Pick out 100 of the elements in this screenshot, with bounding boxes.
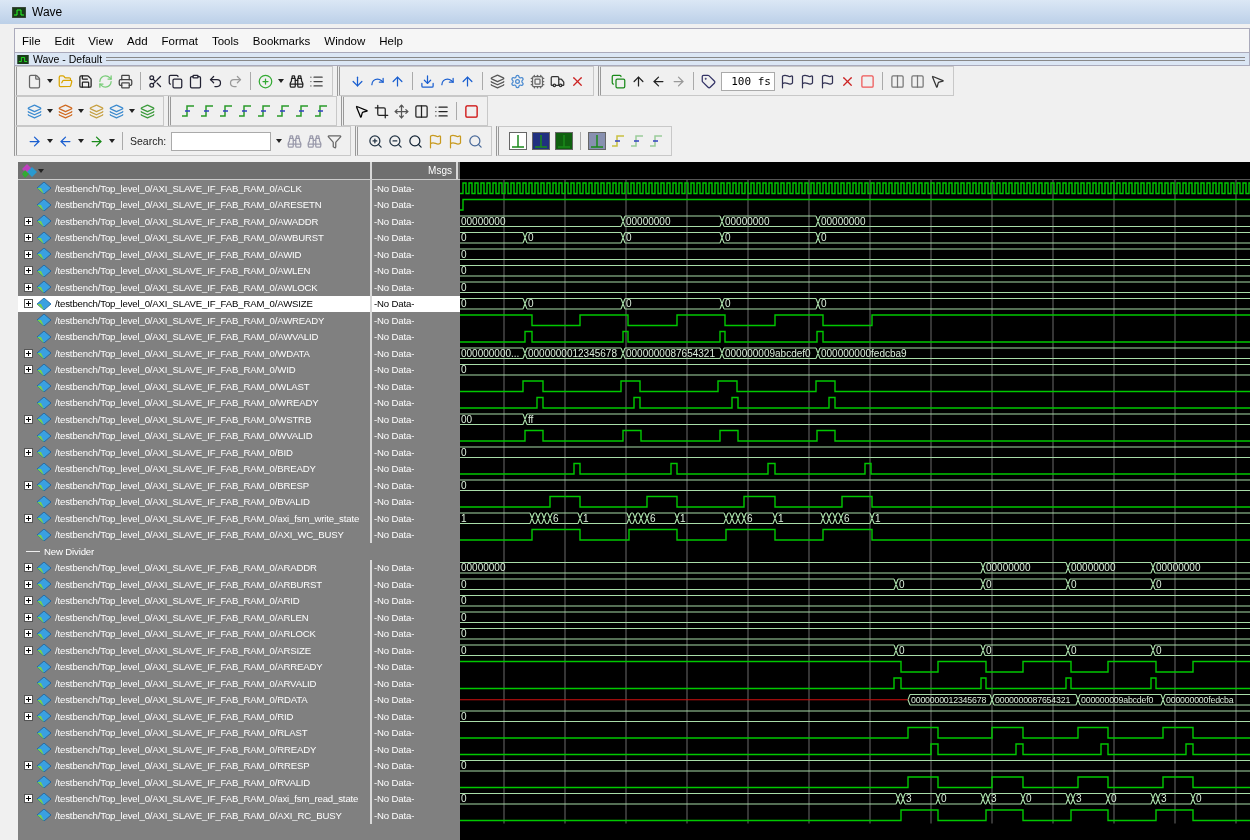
zoom-in-icon[interactable] <box>368 133 384 149</box>
arrow-down-icon[interactable] <box>350 73 365 89</box>
menu-item[interactable]: File <box>15 34 48 47</box>
list-icon[interactable] <box>309 73 324 89</box>
expand-icon[interactable] <box>24 612 33 622</box>
signal-icon <box>36 660 52 673</box>
caret-icon[interactable] <box>78 139 84 143</box>
expand-icon[interactable] <box>24 233 33 243</box>
move-icon[interactable] <box>394 103 409 119</box>
flag-icon[interactable] <box>820 73 835 89</box>
expand-icon[interactable] <box>24 711 33 721</box>
edge-cursor-icon[interactable] <box>295 104 309 118</box>
settings-icon[interactable] <box>510 73 525 89</box>
scissors-icon[interactable] <box>148 73 163 89</box>
columns-icon[interactable] <box>414 103 429 119</box>
bus-value: 6 <box>553 512 559 524</box>
signal-name: /testbench/Top_level_0/AXI_SLAVE_IF_FAB_RAM_0/AWADDR <box>55 215 319 227</box>
expand-icon[interactable] <box>24 579 33 589</box>
wave-style-icon[interactable] <box>509 132 528 150</box>
menu-item[interactable]: Add <box>120 34 155 47</box>
expand-icon[interactable] <box>24 513 33 523</box>
filter-icon[interactable] <box>327 133 343 149</box>
signal-name: /testbench/Top_level_0/AXI_SLAVE_IF_FAB_RAM_0/AXI_RC_BUSY <box>55 809 342 821</box>
wave-style-icon[interactable] <box>588 132 607 150</box>
binoculars-icon[interactable] <box>289 73 304 89</box>
edge-cursor-icon[interactable] <box>649 134 664 148</box>
menu-item[interactable]: Format <box>154 34 205 47</box>
caret-icon[interactable] <box>47 139 53 143</box>
expand-icon[interactable] <box>24 282 33 292</box>
expand-icon[interactable] <box>24 761 33 771</box>
expand-icon[interactable] <box>24 299 33 309</box>
wave-style-icon[interactable] <box>532 132 551 150</box>
expand-icon[interactable] <box>24 645 33 655</box>
expand-icon[interactable] <box>24 563 33 573</box>
search-icon[interactable] <box>408 133 424 149</box>
signal-icon <box>36 809 52 822</box>
menu-item[interactable]: Edit <box>47 34 82 47</box>
expand-icon[interactable] <box>24 794 33 804</box>
layers-icon[interactable] <box>140 103 155 119</box>
layers-icon[interactable] <box>58 103 73 119</box>
signal-in-icon[interactable] <box>27 133 42 149</box>
expand-icon[interactable] <box>24 365 33 375</box>
download-icon[interactable] <box>420 73 435 89</box>
menu-item[interactable]: View <box>81 34 121 47</box>
copy-icon[interactable] <box>168 73 183 89</box>
caret-icon[interactable] <box>278 79 284 83</box>
edge-cursor-icon[interactable] <box>238 104 252 118</box>
search-field[interactable] <box>171 131 272 151</box>
expand-icon[interactable] <box>24 249 33 259</box>
edge-cursor-icon[interactable] <box>200 104 214 118</box>
menu-item[interactable]: Bookmarks <box>245 34 318 47</box>
menu-item[interactable]: Tools <box>204 34 246 47</box>
chip-icon[interactable] <box>530 73 545 89</box>
expand-icon[interactable] <box>24 695 33 705</box>
expand-icon[interactable] <box>24 629 33 639</box>
edge-cursor-icon[interactable] <box>257 104 271 118</box>
truck-icon[interactable] <box>550 73 565 89</box>
caret-icon[interactable] <box>109 139 115 143</box>
pointer-icon[interactable] <box>354 103 369 119</box>
edge-cursor-icon[interactable] <box>276 104 290 118</box>
layers-icon[interactable] <box>27 103 42 119</box>
caret-icon[interactable] <box>47 109 53 113</box>
caret-icon[interactable] <box>78 109 84 113</box>
edge-cursor-icon[interactable] <box>181 104 195 118</box>
edge-cursor-icon[interactable] <box>611 134 626 148</box>
flag-icon[interactable] <box>800 73 815 89</box>
layers-icon[interactable] <box>109 103 124 119</box>
flag-icon[interactable] <box>780 73 795 89</box>
expand-icon[interactable] <box>24 447 33 457</box>
expand-icon[interactable] <box>24 216 33 226</box>
signal-message: -No Data- <box>374 314 415 326</box>
crop-icon[interactable] <box>374 103 389 119</box>
wave-style-icon[interactable] <box>555 132 574 150</box>
caret-icon[interactable] <box>129 109 135 113</box>
expand-icon[interactable] <box>24 348 33 358</box>
printer-icon[interactable] <box>118 73 133 89</box>
clipboard-icon[interactable] <box>188 73 203 89</box>
edge-cursor-icon[interactable] <box>630 134 645 148</box>
zoom-out-icon[interactable] <box>388 133 404 149</box>
add-icon[interactable] <box>258 73 273 89</box>
expand-icon[interactable] <box>24 480 33 490</box>
edge-cursor-icon[interactable] <box>219 104 233 118</box>
caret-icon[interactable] <box>47 79 53 83</box>
pointer-icon[interactable] <box>930 73 945 89</box>
expand-icon[interactable] <box>24 414 33 424</box>
signal-out-icon[interactable] <box>58 133 73 149</box>
expand-icon[interactable] <box>24 596 33 606</box>
edge-cursor-icon[interactable] <box>314 104 328 118</box>
layers-icon[interactable] <box>490 73 505 89</box>
menu-item[interactable]: Help <box>372 34 410 47</box>
expand-icon[interactable] <box>24 266 33 276</box>
list-icon[interactable] <box>434 103 449 119</box>
time-step-field[interactable]: 100 fs <box>721 71 775 91</box>
signal-inout-icon[interactable] <box>89 133 104 149</box>
file-icon[interactable] <box>27 73 42 89</box>
undo-icon[interactable] <box>208 73 223 89</box>
menu-item[interactable]: Window <box>317 34 373 47</box>
caret-icon[interactable] <box>276 139 283 143</box>
tag-icon[interactable] <box>701 73 716 89</box>
save-icon[interactable] <box>78 73 93 89</box>
